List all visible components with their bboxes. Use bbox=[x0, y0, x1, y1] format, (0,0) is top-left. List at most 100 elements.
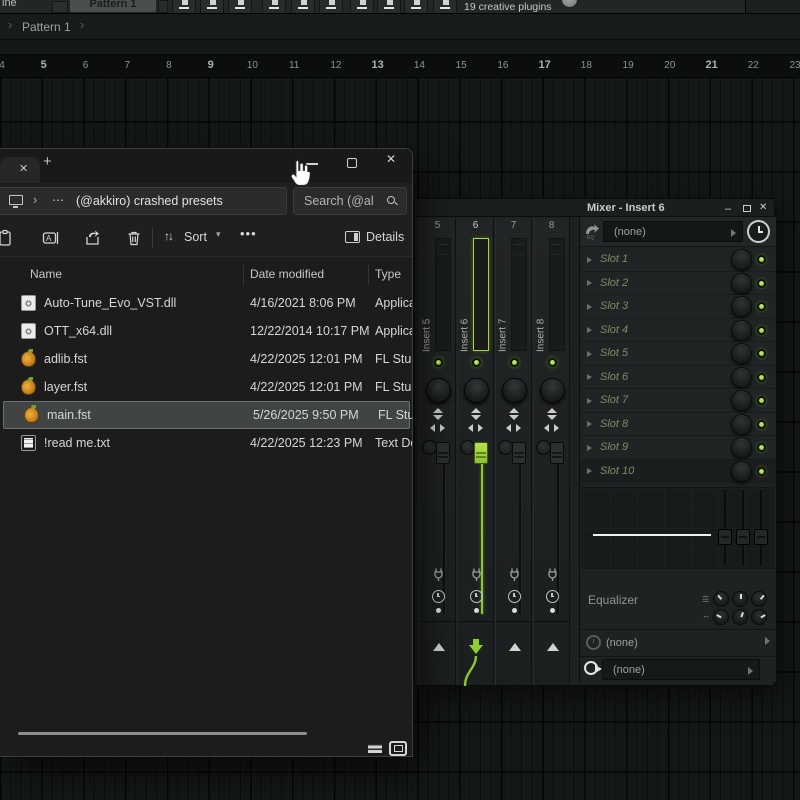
eq-knob[interactable] bbox=[732, 609, 748, 625]
toolbar-icon[interactable] bbox=[404, 0, 428, 14]
pan-right-arrow-icon[interactable] bbox=[516, 424, 521, 432]
slot-mix-knob[interactable] bbox=[731, 273, 752, 294]
slot-enable-led[interactable] bbox=[757, 349, 766, 358]
slot-enable-led[interactable] bbox=[757, 396, 766, 405]
effect-slot-row[interactable]: Slot 4 bbox=[580, 319, 776, 343]
address-bar[interactable]: › ⋯ (@akkiro) crashed presets bbox=[0, 187, 287, 215]
effect-slot-row[interactable]: Slot 1 bbox=[580, 248, 776, 272]
pan-knob[interactable] bbox=[540, 378, 565, 403]
close-button[interactable]: ✕ bbox=[386, 152, 396, 166]
record-dot-icon[interactable] bbox=[436, 608, 441, 613]
file-row[interactable]: layer.fst4/22/2025 12:01 PMFL Studio bbox=[0, 373, 412, 401]
chevron-right-icon[interactable] bbox=[587, 257, 592, 263]
slot-enable-led[interactable] bbox=[757, 279, 766, 288]
generator-slot-selector[interactable]: (none) bbox=[603, 221, 743, 242]
pan-knob[interactable] bbox=[464, 378, 489, 403]
chevron-right-icon[interactable] bbox=[765, 637, 770, 645]
eq-band-fader[interactable] bbox=[718, 490, 732, 566]
sort-button[interactable]: Sort bbox=[184, 230, 207, 244]
toolbar-icon[interactable] bbox=[172, 0, 196, 14]
stereo-up-arrow-icon[interactable] bbox=[433, 408, 443, 413]
slot-enable-led[interactable] bbox=[757, 373, 766, 382]
effect-slot-row[interactable]: Slot 7 bbox=[580, 389, 776, 413]
file-row[interactable]: !read me.txt4/22/2025 12:23 PMText Docu bbox=[0, 429, 412, 457]
eq-knob[interactable] bbox=[732, 591, 748, 607]
new-tab-button[interactable]: + bbox=[43, 153, 52, 170]
strip-label[interactable]: Insert 7 bbox=[497, 288, 509, 352]
pan-knob[interactable] bbox=[502, 378, 527, 403]
time-clock-button[interactable] bbox=[747, 220, 770, 243]
effect-slot-row[interactable]: Slot 9 bbox=[580, 436, 776, 460]
route-up-arrow-icon[interactable] bbox=[509, 643, 521, 651]
mixer-strip-insert-6[interactable]: 6Insert 6 bbox=[457, 218, 494, 685]
pan-left-arrow-icon[interactable] bbox=[430, 424, 435, 432]
rename-icon[interactable]: A bbox=[42, 229, 60, 247]
automation-clock-icon[interactable] bbox=[508, 590, 521, 603]
stereo-down-arrow-icon[interactable] bbox=[509, 415, 519, 420]
column-header-name[interactable]: Name bbox=[30, 267, 62, 281]
chevron-right-icon[interactable] bbox=[587, 421, 592, 427]
file-row[interactable]: main.fst5/26/2025 9:50 PMFL Studio bbox=[3, 401, 410, 429]
chevron-right-icon[interactable] bbox=[587, 351, 592, 357]
equalizer-graph[interactable] bbox=[582, 487, 774, 569]
horizontal-scrollbar[interactable] bbox=[18, 732, 307, 735]
chevron-icon[interactable]: › bbox=[33, 192, 37, 207]
mute-led[interactable] bbox=[548, 358, 557, 367]
pan-left-arrow-icon[interactable] bbox=[544, 424, 549, 432]
search-input[interactable]: Search (@al bbox=[293, 187, 407, 215]
route-up-arrow-icon[interactable] bbox=[433, 643, 445, 651]
stereo-sep-knob[interactable] bbox=[536, 440, 551, 455]
slot-mix-knob[interactable] bbox=[731, 296, 752, 317]
strip-label[interactable]: Insert 5 bbox=[421, 288, 433, 352]
volume-fader-handle[interactable] bbox=[474, 442, 488, 464]
peak-meter[interactable] bbox=[511, 238, 527, 351]
stereo-sep-knob[interactable] bbox=[460, 440, 475, 455]
slot-enable-led[interactable] bbox=[757, 467, 766, 476]
mute-led[interactable] bbox=[472, 358, 481, 367]
menu-fragment[interactable]: ine bbox=[2, 0, 17, 9]
chevron-right-icon[interactable] bbox=[587, 398, 592, 404]
fader-handle[interactable] bbox=[754, 529, 768, 545]
toolbar-icon[interactable] bbox=[291, 0, 315, 14]
pan-right-arrow-icon[interactable] bbox=[440, 424, 445, 432]
volume-fader-handle[interactable] bbox=[512, 442, 526, 464]
fader-handle[interactable] bbox=[718, 529, 732, 545]
column-divider[interactable] bbox=[368, 265, 369, 285]
details-view-button[interactable] bbox=[366, 741, 384, 756]
output-slot-selector[interactable]: (none) bbox=[602, 659, 760, 680]
record-dot-icon[interactable] bbox=[550, 608, 555, 613]
slot-enable-led[interactable] bbox=[757, 326, 766, 335]
toolbar-icon[interactable] bbox=[228, 0, 252, 14]
fader-track[interactable] bbox=[519, 444, 521, 614]
pan-left-arrow-icon[interactable] bbox=[506, 424, 511, 432]
chevron-right-icon[interactable] bbox=[587, 327, 592, 333]
slot-mix-knob[interactable] bbox=[731, 320, 752, 341]
stereo-down-arrow-icon[interactable] bbox=[471, 415, 481, 420]
eq-knob[interactable] bbox=[751, 609, 767, 625]
toolbar-icon[interactable] bbox=[377, 0, 401, 14]
slot-enable-led[interactable] bbox=[757, 302, 766, 311]
path-ellipsis-icon[interactable]: ⋯ bbox=[52, 193, 65, 207]
dropdown-icon[interactable] bbox=[52, 1, 68, 13]
eq-band-fader[interactable] bbox=[754, 490, 768, 566]
chevron-right-icon[interactable] bbox=[587, 445, 592, 451]
current-folder-label[interactable]: (@akkiro) crashed presets bbox=[76, 194, 223, 208]
eq-knob[interactable] bbox=[713, 591, 729, 607]
file-row[interactable]: adlib.fst4/22/2025 12:01 PMFL Studio bbox=[0, 345, 412, 373]
pan-left-arrow-icon[interactable] bbox=[468, 424, 473, 432]
fader-track[interactable] bbox=[443, 444, 445, 614]
timeline-ruler[interactable]: 4567891011121314151617181920212223 bbox=[0, 55, 800, 78]
volume-fader-handle[interactable] bbox=[550, 442, 564, 464]
pan-right-arrow-icon[interactable] bbox=[554, 424, 559, 432]
volume-fader-handle[interactable] bbox=[436, 442, 450, 464]
effect-slot-row[interactable]: Slot 10 bbox=[580, 460, 776, 484]
slot-mix-knob[interactable] bbox=[731, 461, 752, 482]
eq-band-fader[interactable] bbox=[736, 490, 750, 566]
fader-track[interactable] bbox=[557, 444, 559, 614]
stereo-down-arrow-icon[interactable] bbox=[547, 415, 557, 420]
mixer-strip-insert-8[interactable]: 8Insert 8 bbox=[533, 218, 570, 685]
slot-enable-led[interactable] bbox=[757, 420, 766, 429]
slot-enable-led[interactable] bbox=[757, 443, 766, 452]
slot-mix-knob[interactable] bbox=[731, 343, 752, 364]
stereo-up-arrow-icon[interactable] bbox=[547, 408, 557, 413]
